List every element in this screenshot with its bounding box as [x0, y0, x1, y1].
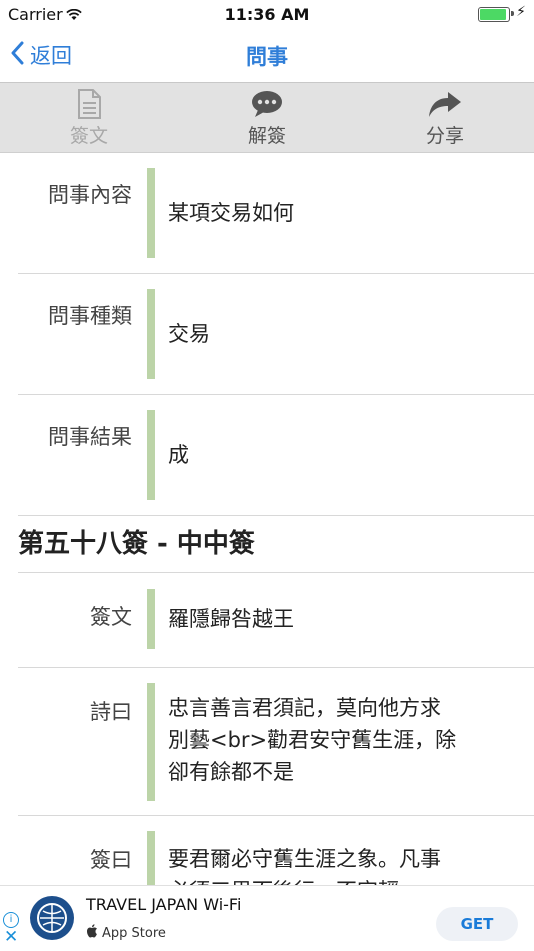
status-bar: Carrier 11:36 AM ⚡︎ — [0, 0, 534, 28]
battery-nub — [511, 11, 514, 16]
app-logo — [30, 896, 74, 940]
chat-bubble-icon — [207, 89, 327, 119]
clock: 11:36 AM — [224, 5, 310, 24]
tab-fortune-text[interactable]: 簽文 — [29, 89, 149, 148]
row-key: 簽文 — [90, 605, 132, 629]
row-value: 某項交易如何 — [168, 201, 294, 225]
navigation-bar: 返回 問事 — [0, 28, 534, 83]
row-accent-bar — [147, 289, 155, 379]
row-accent-bar — [147, 831, 155, 885]
row-accent-bar — [147, 168, 155, 258]
ad-store: App Store — [86, 924, 166, 942]
row-accent-bar — [147, 683, 155, 801]
tab-interpret[interactable]: 解簽 — [207, 89, 327, 148]
row-key: 詩曰 — [90, 700, 132, 724]
charging-bolt-icon: ⚡︎ — [516, 4, 526, 20]
row-accent-bar — [147, 589, 155, 649]
tab-fortune-text-label: 簽文 — [69, 125, 108, 147]
row-value: 交易 — [168, 322, 210, 346]
info-icon[interactable]: i — [3, 912, 19, 928]
row-key: 簽曰 — [90, 848, 132, 872]
row-key: 問事內容 — [48, 183, 132, 207]
row-value: 要君爾必守舊生涯之象。凡事必須三思而後行，不宜輕 — [168, 847, 441, 885]
fortune-title: 第五十八簽 - 中中簽 — [18, 516, 534, 573]
close-icon[interactable]: ✕ — [4, 929, 18, 946]
tab-interpret-label: 解簽 — [247, 125, 286, 147]
row-value: 羅隱歸咎越王 — [168, 607, 294, 631]
row-key: 問事結果 — [48, 425, 132, 449]
fortune-row-poem: 詩曰 忠言善言君須記，莫向他方求別藝<br>勸君安守舊生涯，除卻有餘都不是 — [18, 668, 534, 816]
toolbar: 簽文 解簽 分享 — [0, 83, 534, 153]
ad-store-label: App Store — [102, 925, 166, 941]
row-value: 成 — [168, 443, 189, 467]
inquiry-row-content: 問事內容 某項交易如何 — [18, 153, 534, 274]
row-value: 忠言善言君須記，莫向他方求別藝<br>勸君安守舊生涯，除卻有餘都不是 — [168, 696, 457, 784]
tab-share[interactable]: 分享 — [385, 89, 505, 148]
tab-share-label: 分享 — [425, 125, 464, 147]
apple-icon — [86, 924, 98, 942]
ad-banner[interactable]: i ✕ TRAVEL JAPAN Wi-Fi App Store GET — [0, 885, 534, 951]
row-key: 問事種類 — [48, 304, 132, 328]
document-icon — [29, 89, 149, 119]
row-accent-bar — [147, 410, 155, 500]
share-arrow-icon — [385, 89, 505, 119]
fortune-row-saying: 簽曰 要君爾必守舊生涯之象。凡事必須三思而後行，不宜輕 — [18, 816, 534, 885]
ad-app-name: TRAVEL JAPAN Wi-Fi — [86, 895, 242, 914]
get-button[interactable]: GET — [436, 907, 518, 941]
inquiry-row-result: 問事結果 成 — [18, 395, 534, 516]
fortune-row-text: 簽文 羅隱歸咎越王 — [18, 573, 534, 668]
battery-icon — [478, 7, 510, 22]
inquiry-row-category: 問事種類 交易 — [18, 274, 534, 395]
page-title: 問事 — [246, 45, 288, 69]
content-scroll-view[interactable]: 問事內容 某項交易如何 問事種類 交易 問事結果 成 第五十八簽 - 中中簽 簽… — [0, 153, 534, 885]
